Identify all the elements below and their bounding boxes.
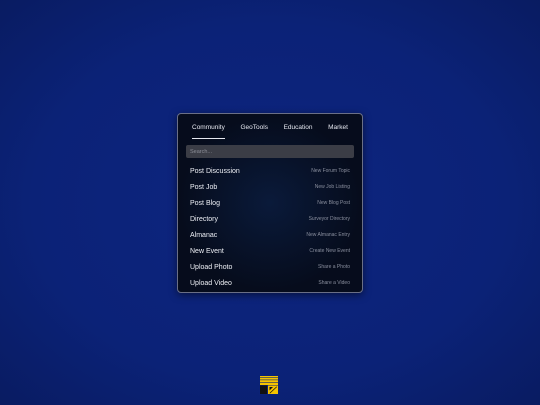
list-item-label: Upload Video [190,279,232,287]
list-item-label: Almanac [190,231,218,239]
list-item-description: Share a Photo [318,264,350,270]
list-item-label: Post Job [190,183,218,191]
list-item-directory[interactable]: Directory Surveyor Directory [186,211,354,227]
list-item-description: Surveyor Directory [308,216,350,222]
list-item-description: New Blog Post [317,200,350,206]
list-item-description: New Forum Topic [311,168,350,174]
list-item-label: Directory [190,215,219,223]
list-item-almanac[interactable]: Almanac New Almanac Entry [186,227,354,243]
tab-bar: Community GeoTools Education Market [186,121,354,139]
list-item-post-job[interactable]: Post Job New Job Listing [186,179,354,195]
list-item-description: Share a Video [318,280,350,286]
list-item-description: Create New Event [309,248,350,254]
quick-actions-panel: Community GeoTools Education Market Post… [177,113,363,293]
tab-geotools[interactable]: GeoTools [240,124,267,139]
list-item-label: Post Discussion [190,167,240,175]
list-item-label: New Event [190,247,224,255]
logo-icon[interactable] [259,375,279,395]
list-item-upload-photo[interactable]: Upload Photo Share a Photo [186,259,354,275]
list-item-label: Upload Photo [190,263,233,271]
tab-education[interactable]: Education [284,124,313,139]
list-item-upload-video[interactable]: Upload Video Share a Video [186,275,354,291]
list-item-description: New Job Listing [314,184,350,190]
list-item-new-event[interactable]: New Event Create New Event [186,243,354,259]
search-input[interactable] [186,145,354,158]
list-item-post-blog[interactable]: Post Blog New Blog Post [186,195,354,211]
list-item-label: Post Blog [190,199,220,207]
tab-market[interactable]: Market [328,124,348,139]
action-list: Post Discussion New Forum Topic Post Job… [186,163,354,291]
list-item-post-discussion[interactable]: Post Discussion New Forum Topic [186,163,354,179]
tab-community[interactable]: Community [192,124,225,139]
list-item-description: New Almanac Entry [306,232,350,238]
